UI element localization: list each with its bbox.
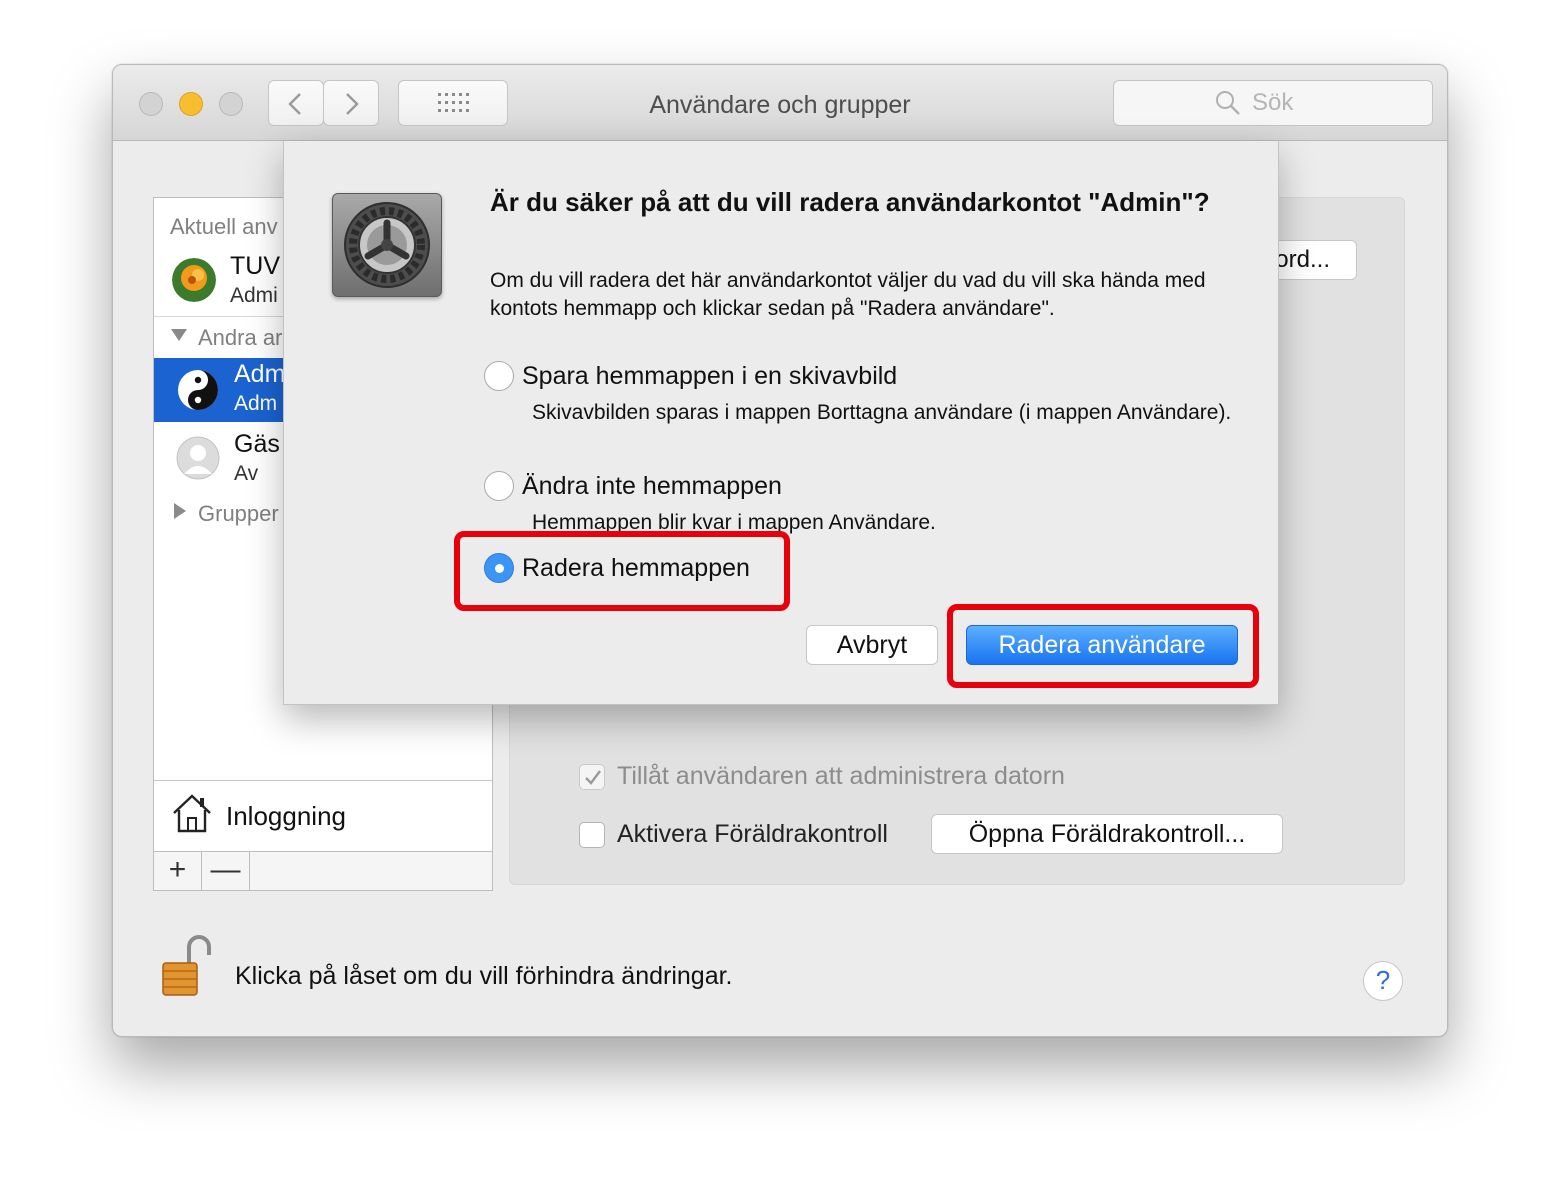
guest-user-name: Gäs (234, 430, 280, 458)
delete-user-dialog: Är du säker på att du vill radera använd… (283, 141, 1279, 705)
yin-yang-avatar-icon (178, 370, 218, 410)
allow-admin-label: Tillåt användaren att administrera dator… (617, 762, 1065, 790)
preferences-window: Användare och grupper Sök ord... Tillåt … (112, 64, 1448, 1037)
cancel-button[interactable]: Avbryt (806, 625, 938, 665)
current-user-heading: Aktuell anv (170, 214, 278, 239)
checkmark-icon (585, 769, 601, 785)
add-user-button[interactable]: + (154, 852, 202, 890)
search-field[interactable]: Sök (1113, 80, 1433, 126)
search-icon (1216, 91, 1240, 115)
allow-admin-checkbox[interactable] (579, 763, 605, 790)
title-bar: Användare och grupper Sök (113, 65, 1447, 141)
help-button[interactable]: ? (1363, 961, 1403, 1001)
current-user-name: TUV (230, 252, 280, 280)
current-user-role: Admi (230, 284, 278, 307)
other-users-heading: Andra ar (198, 325, 283, 350)
save-disk-image-description: Skivavbilden sparas i mappen Borttagna a… (532, 401, 1232, 424)
option-keep-home-folder[interactable]: Ändra inte hemmappen (484, 471, 782, 501)
parental-control-label: Aktivera Föräldrakontroll (617, 820, 888, 848)
disclosure-right-icon[interactable] (172, 502, 188, 525)
keep-home-folder-radio[interactable] (484, 471, 514, 501)
house-icon (173, 794, 211, 833)
admin-user-name: Adm (234, 360, 286, 388)
dialog-message: Om du vill radera det här användarkontot… (490, 269, 1206, 320)
option-save-disk-image[interactable]: Spara hemmappen i en skivavbild (484, 361, 897, 391)
lock-button[interactable] (159, 933, 215, 1004)
parental-control-checkbox[interactable] (579, 821, 605, 848)
unlocked-padlock-icon (162, 935, 211, 996)
keep-home-folder-label: Ändra inte hemmappen (522, 471, 782, 500)
highlight-box-delete-home (454, 531, 790, 611)
disclosure-down-icon[interactable] (170, 326, 188, 349)
login-options-label: Inloggning (226, 801, 346, 831)
search-placeholder: Sök (1252, 89, 1294, 116)
save-disk-image-radio[interactable] (484, 361, 514, 391)
allow-admin-row[interactable]: Tillåt användaren att administrera dator… (579, 762, 1065, 791)
flower-avatar-icon (172, 258, 216, 302)
sidebar-button-bar: + — (153, 851, 493, 891)
open-parental-control-button[interactable]: Öppna Föräldrakontroll... (931, 814, 1283, 854)
login-options-row[interactable]: Inloggning (154, 780, 492, 852)
remove-user-button[interactable]: — (202, 852, 250, 890)
system-preferences-gear-icon (332, 193, 442, 297)
guest-user-role: Av (234, 462, 259, 485)
lock-status-text: Klicka på låset om du vill förhindra änd… (235, 962, 733, 990)
parental-control-row[interactable]: Aktivera Föräldrakontroll (579, 820, 888, 849)
admin-user-role: Adm (234, 392, 278, 415)
dialog-title: Är du säker på att du vill radera använd… (490, 187, 1210, 217)
save-disk-image-label: Spara hemmappen i en skivavbild (522, 361, 898, 390)
guest-avatar-icon (176, 436, 220, 480)
groups-heading[interactable]: Grupper (198, 501, 279, 527)
highlight-box-delete-user (947, 604, 1259, 688)
